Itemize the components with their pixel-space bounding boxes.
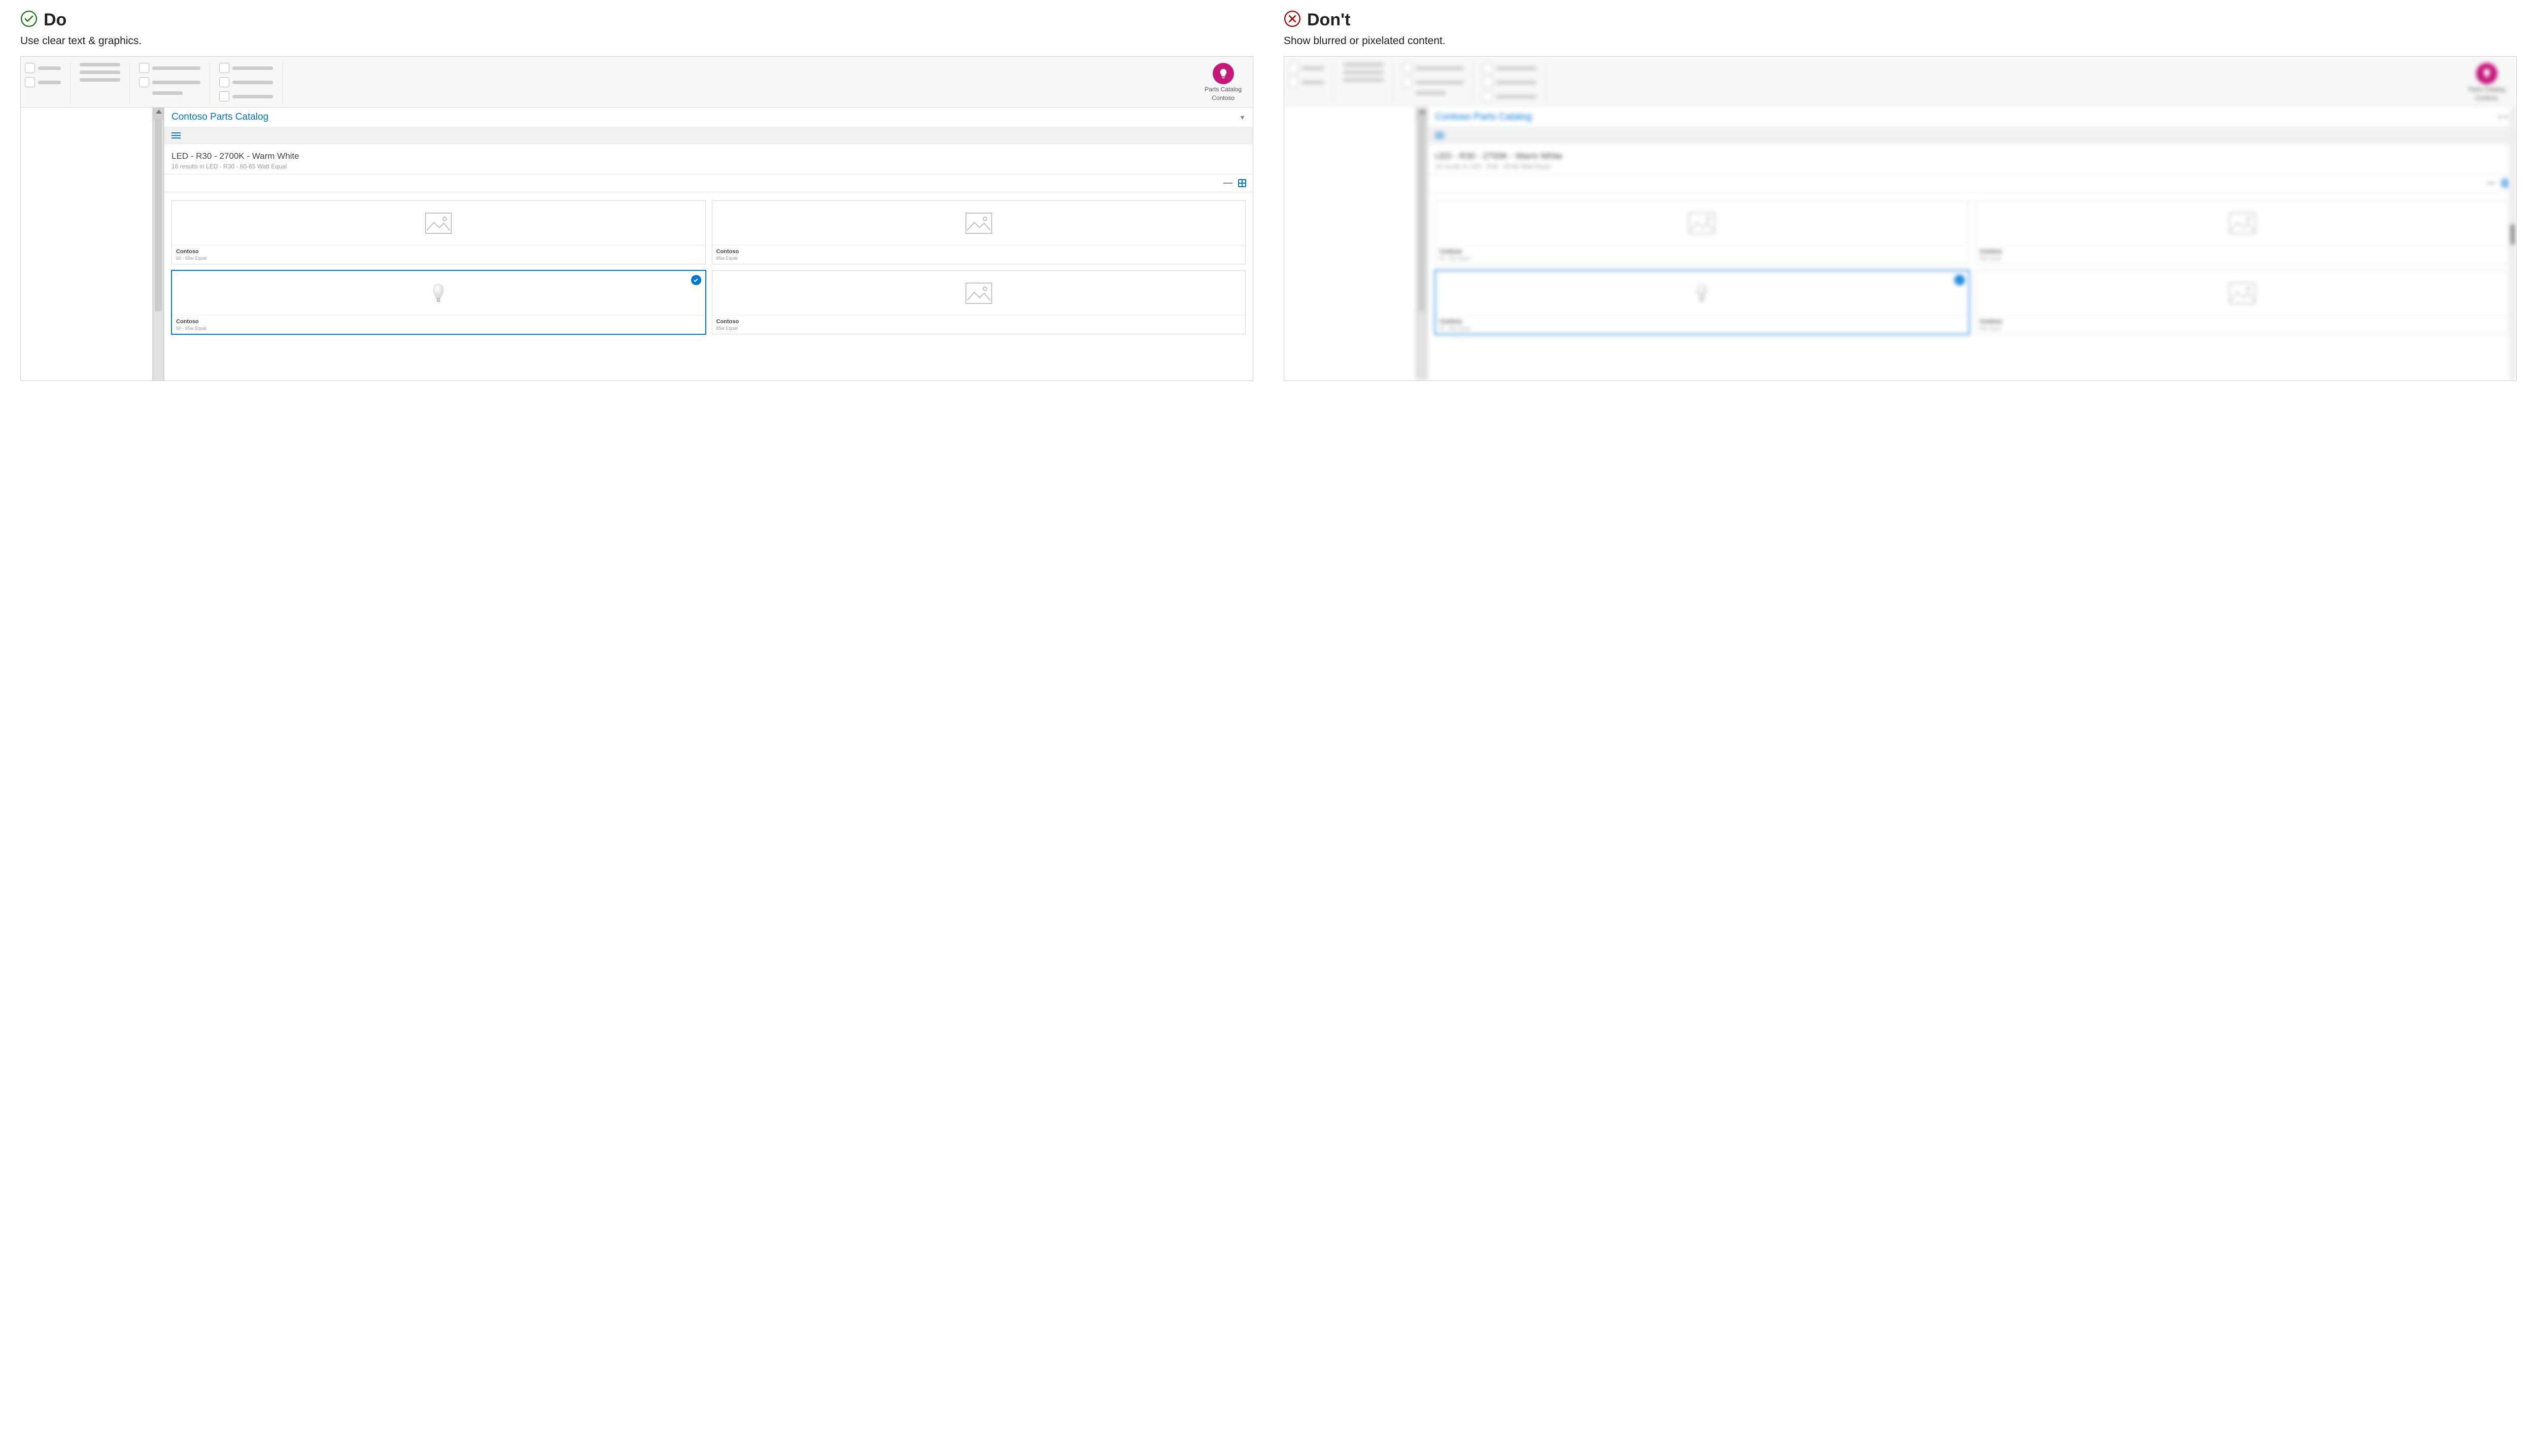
result-card[interactable]: Contoso85w Equal — [712, 200, 1246, 264]
card-brand: Contoso — [716, 319, 1242, 325]
card-spec: 60 - 65w Equal — [1439, 326, 1965, 331]
addin-ribbon-button[interactable]: Parts Catalog Contoso — [2461, 63, 2512, 102]
card-brand: Contoso — [1439, 319, 1965, 325]
view-toolbar — [164, 175, 1253, 192]
query-title: LED - R30 - 2700K - Warm White — [172, 151, 1246, 161]
result-card[interactable]: Contoso85w Equal — [1975, 270, 2510, 334]
addin-label-2: Contoso — [1212, 94, 1235, 101]
scroll-thumb[interactable] — [155, 119, 162, 311]
dont-screenshot: Parts Catalog Contoso Contoso Parts Cata… — [1284, 56, 2517, 381]
card-spec: 85w Equal — [1980, 326, 2505, 331]
card-brand: Contoso — [1439, 249, 1965, 255]
card-spec: 85w Equal — [716, 256, 1242, 261]
lightbulb-icon — [1213, 63, 1234, 84]
document-area[interactable] — [1284, 108, 1416, 380]
result-card[interactable]: Contoso85w Equal — [1975, 200, 2510, 264]
addin-label-1: Parts Catalog — [1205, 86, 1242, 93]
workarea: Contoso Parts Catalog ▼ LED - R30 - 2700… — [21, 108, 1253, 380]
card-brand: Contoso — [1980, 249, 2505, 255]
list-view-icon[interactable] — [1223, 179, 1232, 188]
dont-column: Don't Show blurred or pixelated content.… — [1284, 10, 2517, 381]
card-spec: 60 - 65w Equal — [176, 326, 701, 331]
check-circle-icon — [20, 10, 38, 30]
chevron-down-icon[interactable]: ▼ — [1239, 114, 1246, 121]
image-placeholder-icon — [172, 201, 705, 246]
dont-subtitle: Show blurred or pixelated content. — [1284, 35, 2517, 47]
do-header: Do — [20, 10, 1253, 30]
bulb-product-image — [172, 271, 705, 316]
result-card[interactable]: Contoso60 - 65w Equal — [171, 270, 706, 335]
query-subtitle: 16 results in LED - R30 - 60-65 Watt Equ… — [172, 163, 1246, 170]
scroll-thumb[interactable] — [2510, 224, 2515, 245]
scrollbar[interactable] — [153, 108, 164, 380]
card-spec: 85w Equal — [716, 326, 1242, 331]
ribbon-group — [139, 63, 210, 103]
query-header: LED - R30 - 2700K - Warm White 16 result… — [164, 144, 1253, 175]
results-grid: Contoso60 - 65w EqualContoso85w EqualCon… — [164, 192, 1253, 342]
image-placeholder-icon — [1435, 201, 1969, 246]
do-title: Do — [44, 10, 66, 30]
addin-ribbon-button[interactable]: Parts Catalog Contoso — [1197, 63, 1249, 102]
list-view-icon[interactable] — [2487, 179, 2496, 188]
x-circle-icon — [1284, 10, 1301, 30]
pane-controls[interactable]: ▾ ✕ — [2498, 113, 2509, 121]
selected-check-icon — [1955, 275, 1965, 285]
card-brand: Contoso — [1980, 319, 2505, 325]
task-pane: Contoso Parts Catalog▾ ✕ LED - R30 - 270… — [1427, 108, 2516, 380]
do-screenshot: Parts Catalog Contoso Contoso Parts Cata… — [20, 56, 1253, 381]
pane-title: Contoso Parts Catalog — [172, 112, 268, 123]
image-placeholder-icon — [712, 201, 1246, 246]
workarea: Contoso Parts Catalog▾ ✕ LED - R30 - 270… — [1284, 108, 2516, 380]
result-card[interactable]: Contoso60 - 65w Equal — [1434, 270, 1970, 335]
dont-title: Don't — [1307, 10, 1351, 30]
task-pane: Contoso Parts Catalog ▼ LED - R30 - 2700… — [164, 108, 1253, 380]
ribbon: Parts Catalog Contoso — [1284, 57, 2516, 108]
result-card[interactable]: Contoso60 - 65w Equal — [172, 200, 706, 264]
card-spec: 60 - 65w Equal — [1439, 256, 1965, 261]
document-area[interactable] — [21, 108, 153, 380]
grid-view-icon[interactable] — [1238, 179, 1247, 188]
image-placeholder-icon — [1976, 271, 2509, 316]
result-card[interactable]: Contoso60 - 65w Equal — [1435, 200, 1969, 264]
ribbon: Parts Catalog Contoso — [21, 57, 1253, 108]
hamburger-icon[interactable] — [172, 132, 181, 138]
hamburger-icon[interactable] — [1435, 132, 1444, 138]
do-subtitle: Use clear text & graphics. — [20, 35, 1253, 47]
dont-header: Don't — [1284, 10, 2517, 30]
results-grid: Contoso60 - 65w EqualContoso85w EqualCon… — [1428, 192, 2516, 342]
bulb-product-image — [1435, 271, 1969, 316]
outer-scrollbar[interactable] — [2509, 108, 2516, 380]
ribbon-group — [80, 63, 130, 103]
lightbulb-icon — [2476, 63, 2497, 84]
image-placeholder-icon — [1976, 201, 2509, 246]
scrollbar[interactable] — [1416, 108, 1427, 380]
image-placeholder-icon — [712, 271, 1246, 316]
card-brand: Contoso — [716, 249, 1242, 255]
pane-toolbar — [164, 127, 1253, 144]
pane-title-bar: Contoso Parts Catalog ▼ — [164, 108, 1253, 127]
selected-check-icon — [691, 275, 701, 285]
ribbon-group — [219, 63, 283, 103]
result-card[interactable]: Contoso85w Equal — [712, 270, 1246, 334]
card-spec: 60 - 65w Equal — [176, 256, 701, 261]
do-column: Do Use clear text & graphics. — [20, 10, 1253, 381]
card-brand: Contoso — [176, 319, 701, 325]
card-spec: 85w Equal — [1980, 256, 2505, 261]
ribbon-group — [25, 63, 71, 103]
card-brand: Contoso — [176, 249, 701, 255]
scroll-up-icon[interactable] — [156, 110, 162, 114]
